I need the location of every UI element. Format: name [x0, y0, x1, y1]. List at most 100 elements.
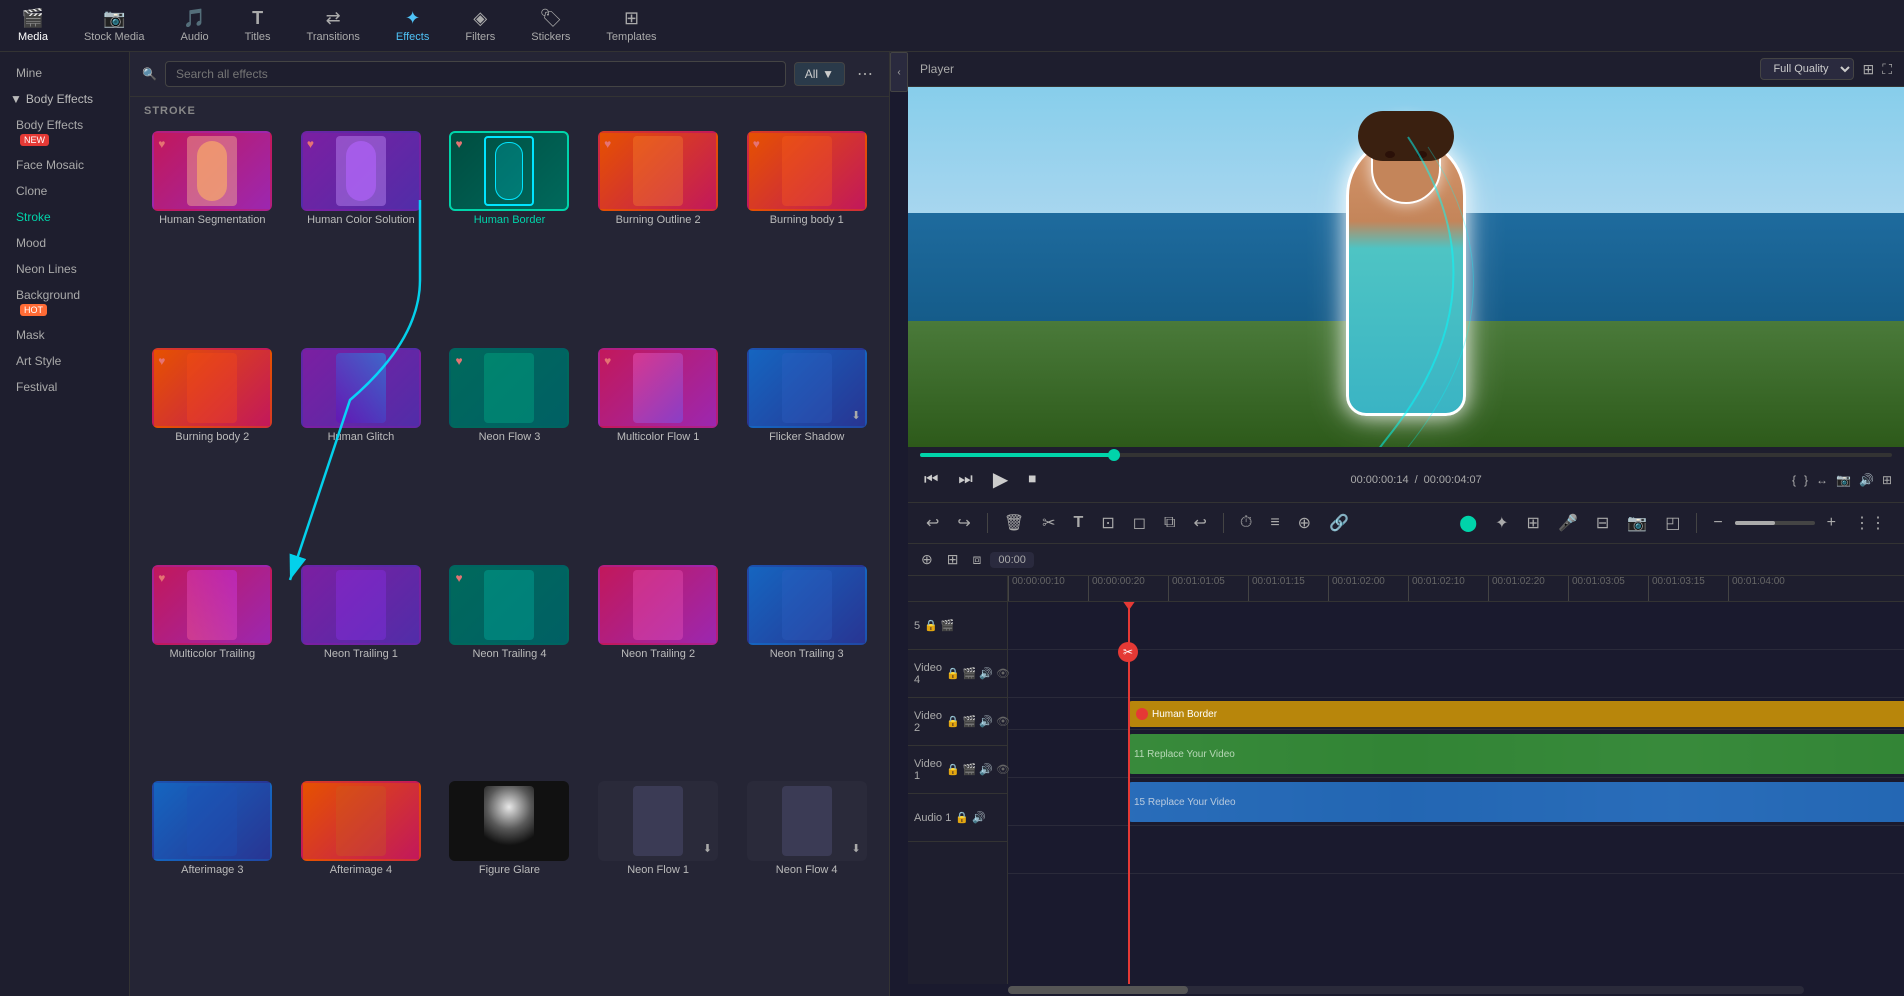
- play-button[interactable]: ▶: [989, 463, 1012, 496]
- quality-selector[interactable]: Full Quality: [1760, 58, 1854, 80]
- progress-bar[interactable]: [920, 453, 1892, 457]
- sidebar-art-style[interactable]: Art Style: [0, 348, 129, 374]
- track-v2-lock[interactable]: 🔒: [946, 715, 960, 728]
- speed-button[interactable]: ⏱: [1234, 510, 1258, 536]
- rotate-button[interactable]: ↩: [1187, 509, 1212, 537]
- mask-tool-button[interactable]: ◻: [1127, 509, 1152, 537]
- track-settings-button[interactable]: ⊞: [942, 548, 964, 571]
- track-v4-cam[interactable]: 🎬: [963, 667, 977, 680]
- sidebar-clone[interactable]: Clone: [0, 178, 129, 204]
- sidebar-mine[interactable]: Mine: [0, 60, 129, 86]
- video-clip-2[interactable]: 11 Replace Your Video: [1128, 734, 1904, 774]
- color-correct-button[interactable]: ⬤: [1453, 509, 1483, 537]
- effect-afterimage-3[interactable]: Afterimage 3: [142, 779, 283, 988]
- nav-media[interactable]: 🎬 Media: [0, 0, 66, 51]
- undo-button[interactable]: ↩: [920, 509, 945, 537]
- zoom-out-button[interactable]: −: [1707, 510, 1728, 536]
- effect-neon-flow-1[interactable]: ⬇ Neon Flow 1: [588, 779, 729, 988]
- effect-burning-body-1[interactable]: ♥ Burning body 1: [736, 129, 877, 338]
- nav-effects[interactable]: ✦ Effects: [378, 0, 447, 51]
- crop-button[interactable]: ⊡: [1095, 509, 1120, 537]
- bracket-left-icon[interactable]: {: [1792, 473, 1796, 487]
- rewind-button[interactable]: ⏮: [920, 467, 942, 493]
- track-a1-sound[interactable]: 🔊: [972, 811, 986, 824]
- effect-neon-trailing-4[interactable]: ♥ Neon Trailing 4: [439, 563, 580, 772]
- track-5-lock[interactable]: 🔒: [924, 619, 938, 632]
- effect-figure-glare[interactable]: Figure Glare: [439, 779, 580, 988]
- filter-all-button[interactable]: All ▼: [794, 62, 845, 86]
- sidebar-stroke[interactable]: Stroke: [0, 204, 129, 230]
- nav-transitions[interactable]: ⇄ Transitions: [289, 0, 378, 51]
- pip-button[interactable]: ◰: [1659, 509, 1686, 537]
- nav-stickers[interactable]: 🏷 Stickers: [513, 0, 588, 51]
- link-button[interactable]: 🔗: [1323, 509, 1355, 537]
- volume-icon[interactable]: 🔊: [1859, 473, 1874, 487]
- split-button[interactable]: ≡: [1264, 510, 1285, 536]
- effect-afterimage-4[interactable]: Afterimage 4: [291, 779, 432, 988]
- track-5-cam[interactable]: 🎬: [941, 619, 955, 632]
- effect-neon-trailing-1[interactable]: Neon Trailing 1: [291, 563, 432, 772]
- nav-filters[interactable]: ◈ Filters: [447, 0, 513, 51]
- sidebar-body-effects[interactable]: Body Effects NEW: [0, 112, 129, 152]
- timeline-scrollbar[interactable]: [1008, 986, 1804, 994]
- effect-multicolor-flow-1[interactable]: ♥ Multicolor Flow 1: [588, 346, 729, 555]
- effect-multicolor-trailing[interactable]: ♥ Multicolor Trailing: [142, 563, 283, 772]
- effect-flicker-shadow[interactable]: ⬇ Flicker Shadow: [736, 346, 877, 555]
- add-track-button[interactable]: ⊕: [916, 548, 938, 571]
- snapshot-icon[interactable]: 📷: [1836, 473, 1851, 487]
- track-a1-lock[interactable]: 🔒: [955, 811, 969, 824]
- more-options-button[interactable]: ⋯: [853, 60, 877, 88]
- sidebar-festival[interactable]: Festival: [0, 374, 129, 400]
- grid-icon[interactable]: ⊞: [1882, 473, 1892, 487]
- effect-neon-trailing-3[interactable]: Neon Trailing 3: [736, 563, 877, 772]
- track-v4-lock[interactable]: 🔒: [946, 667, 960, 680]
- marker-button[interactable]: ⧈: [967, 548, 986, 571]
- track-v1-cam[interactable]: 🎬: [963, 763, 977, 776]
- zoom-slider[interactable]: [1735, 521, 1815, 525]
- cut-button[interactable]: ✂: [1036, 509, 1061, 537]
- effect-clip-human-border[interactable]: Human Border ♥: [1128, 701, 1904, 727]
- sidebar-mood[interactable]: Mood: [0, 230, 129, 256]
- panel-collapse-button[interactable]: ‹: [890, 52, 908, 92]
- track-v1-lock[interactable]: 🔒: [946, 763, 960, 776]
- sidebar-mask[interactable]: Mask: [0, 322, 129, 348]
- step-back-button[interactable]: ⏭: [954, 467, 976, 493]
- levels-button[interactable]: ⊟: [1590, 509, 1615, 537]
- track-v1-sound[interactable]: 🔊: [979, 763, 993, 776]
- nav-audio[interactable]: 🎵 Audio: [163, 0, 227, 51]
- progress-handle[interactable]: [1108, 449, 1120, 461]
- redo-button[interactable]: ↪: [951, 509, 976, 537]
- effect-neon-flow-3[interactable]: ♥ Neon Flow 3: [439, 346, 580, 555]
- delete-button[interactable]: 🗑: [998, 509, 1030, 537]
- mic-button[interactable]: 🎤: [1552, 509, 1584, 537]
- track-v4-sound[interactable]: 🔊: [979, 667, 993, 680]
- nav-templates[interactable]: ⊞ Templates: [588, 0, 674, 51]
- more-tools-button[interactable]: ⋮⋮: [1848, 509, 1892, 537]
- sidebar-face-mosaic[interactable]: Face Mosaic: [0, 152, 129, 178]
- cut-marker[interactable]: ✂: [1118, 642, 1138, 662]
- nav-stock-media[interactable]: 📷 Stock Media: [66, 0, 163, 51]
- stop-button[interactable]: ⏹: [1024, 467, 1040, 493]
- video-clip-1[interactable]: 15 Replace Your Video: [1128, 782, 1904, 822]
- nav-titles[interactable]: T Titles: [227, 0, 289, 51]
- timeline-scrollbar-handle[interactable]: [1008, 986, 1188, 994]
- effect-burning-body-2[interactable]: ♥ Burning body 2: [142, 346, 283, 555]
- effect-human-border[interactable]: ♥ Human Border: [439, 129, 580, 338]
- effect-neon-trailing-2[interactable]: Neon Trailing 2: [588, 563, 729, 772]
- multi-select-button[interactable]: ⧉: [1158, 510, 1181, 536]
- effect-burning-outline-2[interactable]: ♥ Burning Outline 2: [588, 129, 729, 338]
- bracket-right-icon[interactable]: }: [1804, 473, 1808, 487]
- track-v2-cam[interactable]: 🎬: [963, 715, 977, 728]
- sidebar-group-video-effects[interactable]: ▼ Body Effects: [0, 86, 129, 112]
- track-v2-sound[interactable]: 🔊: [979, 715, 993, 728]
- zoom-in-button[interactable]: +: [1821, 510, 1842, 536]
- search-input[interactable]: [165, 61, 786, 87]
- sticker-btn[interactable]: ⊞: [1521, 509, 1546, 537]
- effect-human-glitch[interactable]: Human Glitch: [291, 346, 432, 555]
- effect-neon-flow-4[interactable]: ⬇ Neon Flow 4: [736, 779, 877, 988]
- effect-human-color[interactable]: ♥ Human Color Solution: [291, 129, 432, 338]
- sidebar-neon-lines[interactable]: Neon Lines: [0, 256, 129, 282]
- add-button[interactable]: ⊕: [1292, 509, 1317, 537]
- sidebar-background[interactable]: Background HOT: [0, 282, 129, 322]
- effects-button[interactable]: ✦: [1489, 509, 1514, 537]
